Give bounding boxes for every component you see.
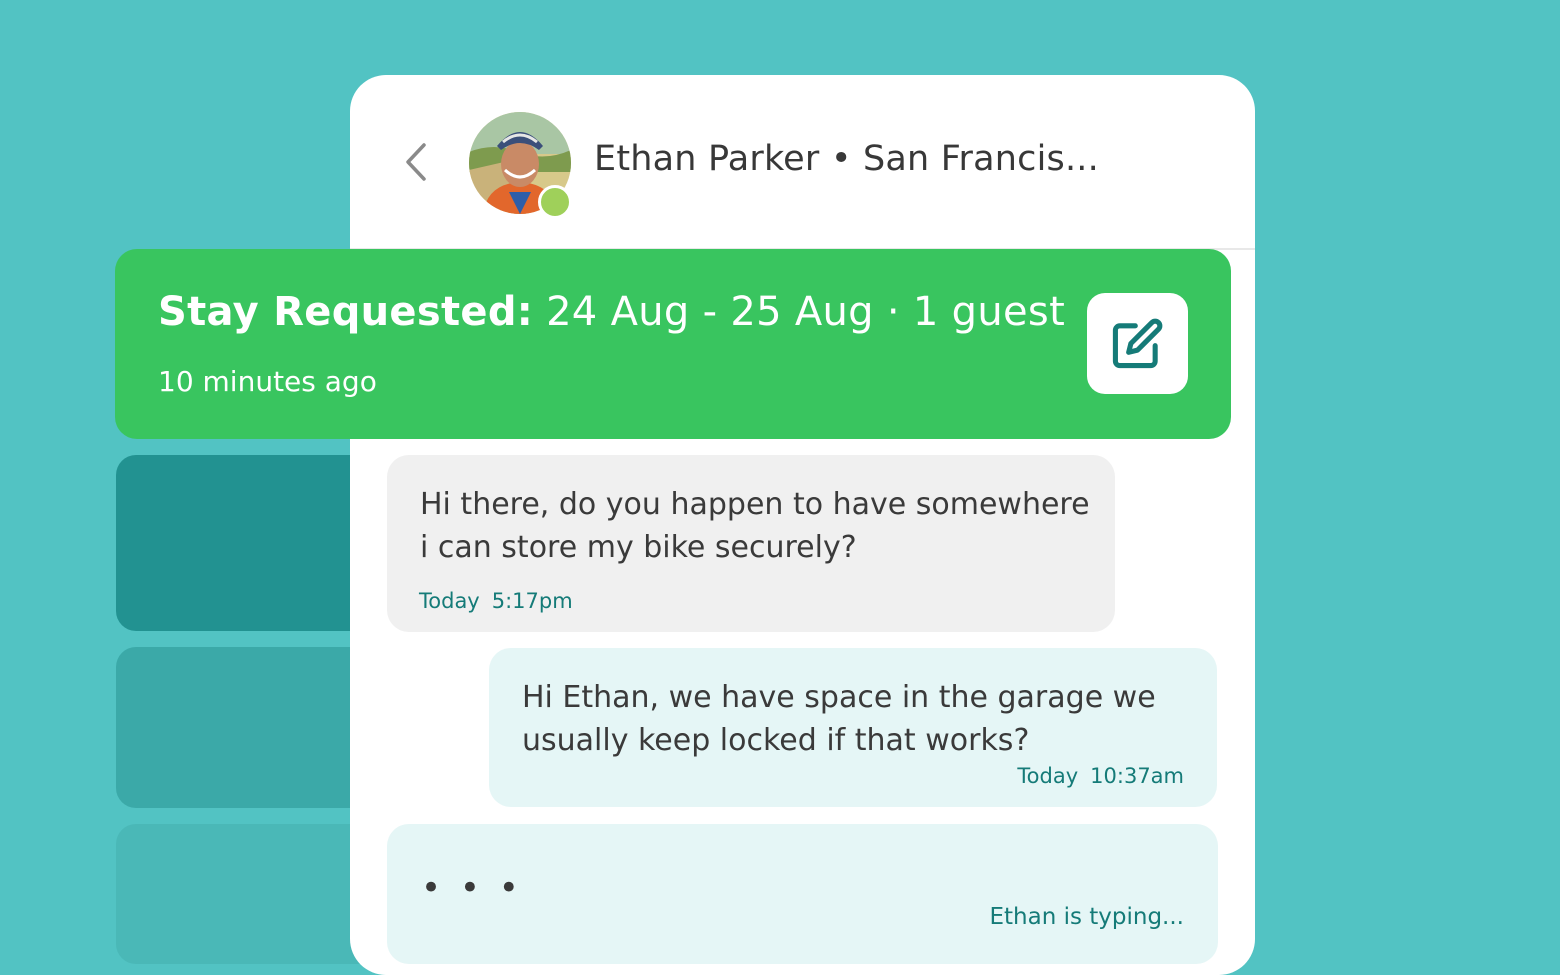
banner-title: Stay Requested: 24 Aug - 25 Aug · 1 gues… (158, 289, 1065, 335)
message-timestamp: Today 5:17pm (419, 589, 573, 613)
typing-dots: • • • (421, 868, 523, 908)
message-day: Today (419, 589, 480, 613)
message-day: Today (1017, 764, 1079, 788)
message-text: Hi there, do you happen to have somewher… (420, 487, 1090, 565)
chevron-left-icon (406, 143, 426, 181)
edit-request-button[interactable] (1087, 293, 1188, 394)
online-status-dot (538, 185, 572, 219)
message-time: 10:37am (1090, 764, 1184, 788)
message-incoming: Hi there, do you happen to have somewher… (387, 455, 1115, 632)
edit-icon (1112, 318, 1163, 369)
chat-header: Ethan Parker • San Francis... (350, 75, 1255, 250)
contact-name[interactable]: Ethan Parker • San Francis... (594, 139, 1099, 179)
banner-timestamp: 10 minutes ago (158, 365, 377, 398)
typing-indicator: • • • Ethan is typing... (387, 824, 1218, 964)
stay-request-banner: Stay Requested: 24 Aug - 25 Aug · 1 gues… (115, 249, 1231, 439)
message-outgoing: Hi Ethan, we have space in the garage we… (489, 648, 1217, 807)
banner-title-label: Stay Requested: (158, 289, 534, 335)
message-timestamp: Today 10:37am (1017, 764, 1184, 788)
banner-title-details: 24 Aug - 25 Aug · 1 guest (546, 289, 1066, 335)
back-button[interactable] (396, 137, 436, 187)
typing-status: Ethan is typing... (989, 904, 1184, 930)
message-text: Hi Ethan, we have space in the garage we… (522, 680, 1156, 758)
message-time: 5:17pm (491, 589, 573, 613)
